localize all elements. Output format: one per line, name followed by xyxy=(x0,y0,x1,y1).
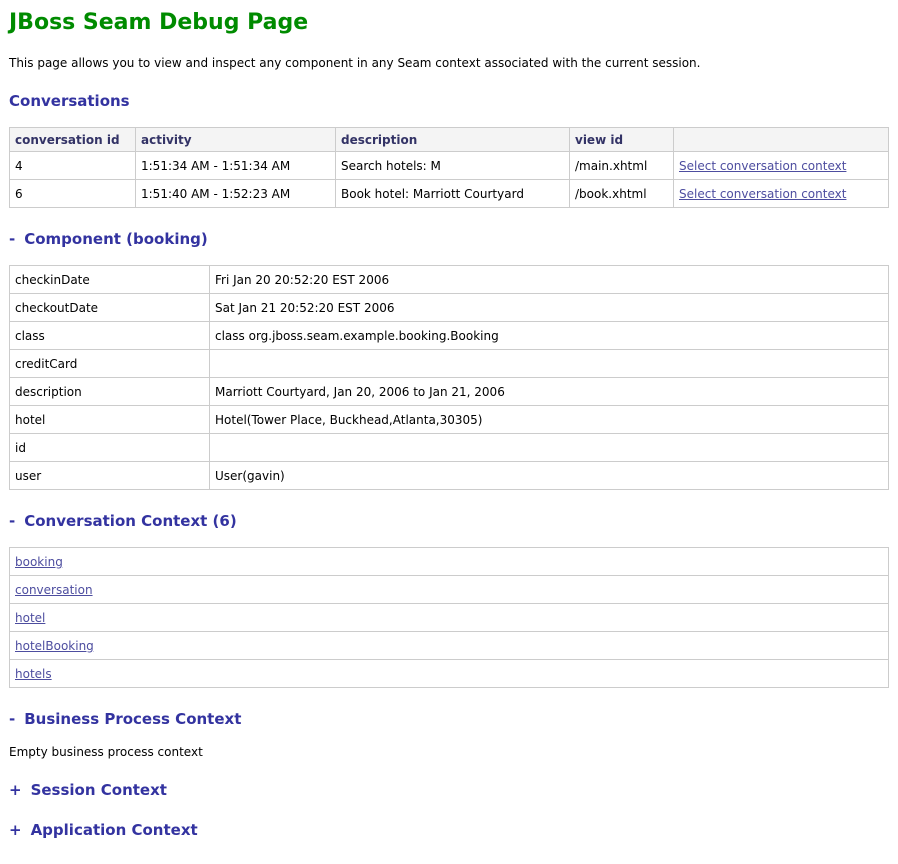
component-property-row: checkinDate Fri Jan 20 20:52:20 EST 2006 xyxy=(10,266,889,294)
property-value-cell xyxy=(210,350,889,378)
conversation-context-heading[interactable]: -Conversation Context (6) xyxy=(9,512,889,530)
property-value-cell: class org.jboss.seam.example.booking.Boo… xyxy=(210,322,889,350)
property-value-cell: Hotel(Tower Place, Buckhead,Atlanta,3030… xyxy=(210,406,889,434)
property-value-cell: Marriott Courtyard, Jan 20, 2006 to Jan … xyxy=(210,378,889,406)
context-variable-cell: booking xyxy=(10,548,889,576)
conversation-row: 4 1:51:34 AM - 1:51:34 AM Search hotels:… xyxy=(10,152,889,180)
component-property-row: creditCard xyxy=(10,350,889,378)
column-header-actions xyxy=(674,128,889,152)
column-header-activity: activity xyxy=(136,128,336,152)
conversation-activity-cell: 1:51:34 AM - 1:51:34 AM xyxy=(136,152,336,180)
column-header-description: description xyxy=(336,128,570,152)
property-name-cell: class xyxy=(10,322,210,350)
context-variable-row: conversation xyxy=(10,576,889,604)
property-name-cell: hotel xyxy=(10,406,210,434)
component-property-row: hotel Hotel(Tower Place, Buckhead,Atlant… xyxy=(10,406,889,434)
component-booking-heading[interactable]: -Component (booking) xyxy=(9,230,889,248)
select-conversation-context-link[interactable]: Select conversation context xyxy=(679,187,846,201)
business-process-context-heading[interactable]: -Business Process Context xyxy=(9,710,889,728)
conversation-id-cell: 4 xyxy=(10,152,136,180)
context-variable-cell: conversation xyxy=(10,576,889,604)
page-intro: This page allows you to view and inspect… xyxy=(9,56,889,70)
conversation-context-heading-label: Conversation Context (6) xyxy=(24,512,236,530)
component-properties-table: checkinDate Fri Jan 20 20:52:20 EST 2006… xyxy=(9,265,889,490)
property-name-cell: id xyxy=(10,434,210,462)
conversation-row: 6 1:51:40 AM - 1:52:23 AM Book hotel: Ma… xyxy=(10,180,889,208)
context-variable-row: hotels xyxy=(10,660,889,688)
conversation-view-id-cell: /main.xhtml xyxy=(570,152,674,180)
context-variable-link[interactable]: conversation xyxy=(15,583,93,597)
conversation-context-table: booking conversation hotel hotelBooking … xyxy=(9,547,889,688)
expand-toggle-icon[interactable]: + xyxy=(9,821,22,839)
conversation-description-cell: Search hotels: M xyxy=(336,152,570,180)
context-variable-row: hotel xyxy=(10,604,889,632)
component-property-row: checkoutDate Sat Jan 21 20:52:20 EST 200… xyxy=(10,294,889,322)
context-variable-cell: hotelBooking xyxy=(10,632,889,660)
component-property-row: description Marriott Courtyard, Jan 20, … xyxy=(10,378,889,406)
conversations-header-row: conversation id activity description vie… xyxy=(10,128,889,152)
context-variable-cell: hotel xyxy=(10,604,889,632)
session-context-heading[interactable]: + Session Context xyxy=(9,781,889,799)
context-variable-row: booking xyxy=(10,548,889,576)
collapse-toggle-icon[interactable]: - xyxy=(9,512,15,530)
conversations-heading: Conversations xyxy=(9,92,889,110)
component-property-row: id xyxy=(10,434,889,462)
context-variable-link[interactable]: hotels xyxy=(15,667,52,681)
conversation-id-cell: 6 xyxy=(10,180,136,208)
context-variable-row: hotelBooking xyxy=(10,632,889,660)
component-booking-heading-label: Component (booking) xyxy=(24,230,208,248)
column-header-view-id: view id xyxy=(570,128,674,152)
business-process-empty-text: Empty business process context xyxy=(9,745,889,759)
conversation-action-cell: Select conversation context xyxy=(674,180,889,208)
property-value-cell: Sat Jan 21 20:52:20 EST 2006 xyxy=(210,294,889,322)
context-variable-cell: hotels xyxy=(10,660,889,688)
collapse-toggle-icon[interactable]: - xyxy=(9,710,15,728)
expand-toggle-icon[interactable]: + xyxy=(9,781,22,799)
conversation-activity-cell: 1:51:40 AM - 1:52:23 AM xyxy=(136,180,336,208)
property-name-cell: user xyxy=(10,462,210,490)
property-name-cell: description xyxy=(10,378,210,406)
select-conversation-context-link[interactable]: Select conversation context xyxy=(679,159,846,173)
conversations-table: conversation id activity description vie… xyxy=(9,127,889,208)
conversation-description-cell: Book hotel: Marriott Courtyard xyxy=(336,180,570,208)
component-property-row: user User(gavin) xyxy=(10,462,889,490)
column-header-conversation-id: conversation id xyxy=(10,128,136,152)
collapse-toggle-icon[interactable]: - xyxy=(9,230,15,248)
property-value-cell: User(gavin) xyxy=(210,462,889,490)
context-variable-link[interactable]: hotelBooking xyxy=(15,639,94,653)
context-variable-link[interactable]: hotel xyxy=(15,611,45,625)
component-property-row: class class org.jboss.seam.example.booki… xyxy=(10,322,889,350)
context-variable-link[interactable]: booking xyxy=(15,555,63,569)
conversation-action-cell: Select conversation context xyxy=(674,152,889,180)
application-context-heading[interactable]: + Application Context xyxy=(9,821,889,839)
property-name-cell: checkinDate xyxy=(10,266,210,294)
page-title: JBoss Seam Debug Page xyxy=(9,10,889,35)
property-value-cell: Fri Jan 20 20:52:20 EST 2006 xyxy=(210,266,889,294)
conversation-view-id-cell: /book.xhtml xyxy=(570,180,674,208)
session-context-heading-label: Session Context xyxy=(31,781,167,799)
application-context-heading-label: Application Context xyxy=(31,821,198,839)
property-name-cell: creditCard xyxy=(10,350,210,378)
property-name-cell: checkoutDate xyxy=(10,294,210,322)
property-value-cell xyxy=(210,434,889,462)
business-process-context-heading-label: Business Process Context xyxy=(24,710,241,728)
